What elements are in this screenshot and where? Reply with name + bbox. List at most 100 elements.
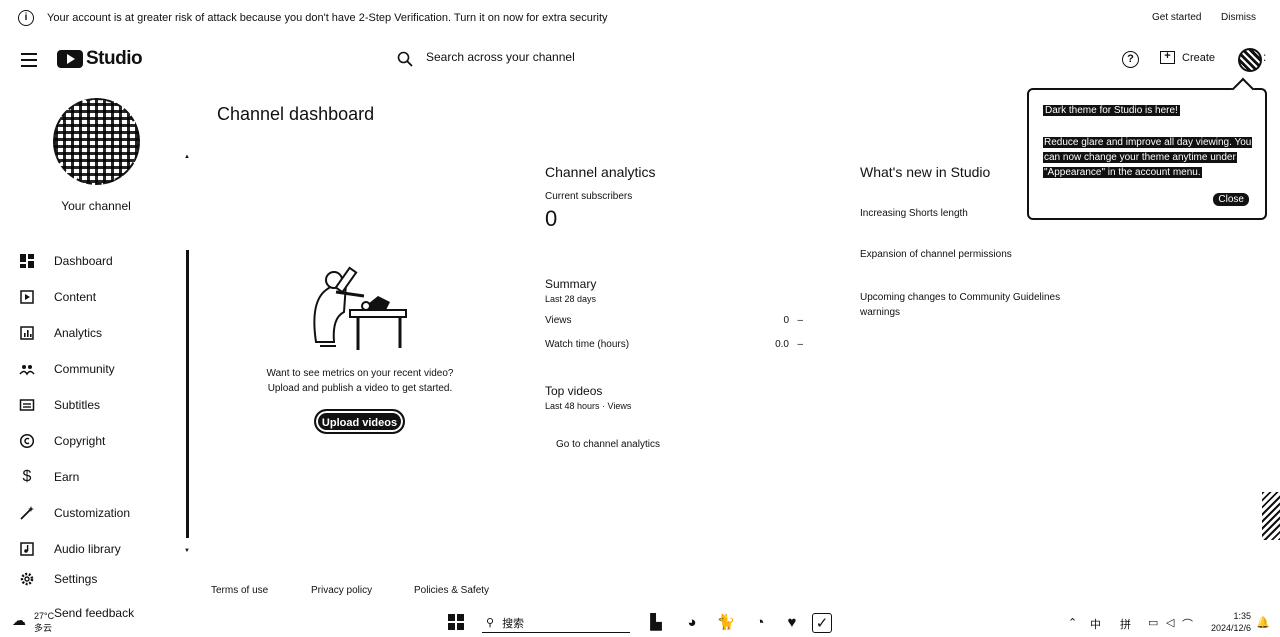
active-app-icon[interactable]: ✓ [812, 613, 832, 633]
top-header: Studio ? + Create : [0, 36, 1280, 86]
weather-temperature: 27°C [34, 611, 55, 621]
windows-taskbar: ☁ 27°C 多云 ⚲ 搜索 ▙ ◕ 🐈 ◔ ♥ ✓ ⌃ 中 拼 ▭ ◁ ⌒ 1… [0, 607, 1280, 637]
sidebar-item-subtitles[interactable]: Subtitles [0, 390, 186, 420]
chat-app-icon[interactable]: ◔ [750, 613, 770, 633]
weather-condition: 多云 [34, 623, 53, 633]
sidebar-item-label: Content [54, 290, 97, 304]
copyright-icon [19, 433, 35, 449]
sidebar-item-label: Audio library [54, 542, 121, 556]
subtitles-icon [19, 397, 35, 413]
policies-link[interactable]: Policies & Safety [414, 585, 489, 596]
studio-logo[interactable]: Studio [57, 48, 143, 70]
privacy-link[interactable]: Privacy policy [311, 585, 372, 596]
metric-trend: – [797, 339, 803, 350]
youtube-play-icon [57, 50, 83, 68]
channel-avatar[interactable] [53, 98, 140, 185]
ime-mode[interactable]: 拼 [1120, 616, 1131, 632]
file-explorer-icon[interactable]: ▙ [646, 613, 666, 633]
metric-label: Views [545, 315, 572, 326]
empty-state-line-1: Want to see metrics on your recent video… [266, 368, 454, 379]
dollar-icon: $ [22, 468, 32, 485]
volume-icon[interactable]: ◁ [1166, 616, 1174, 629]
search-icon: ⚲ [486, 617, 495, 629]
cat-app-icon[interactable]: 🐈 [716, 613, 736, 633]
add-video-icon: + [1160, 51, 1175, 64]
sidebar-item-label: Copyright [54, 434, 106, 448]
hamburger-menu-icon[interactable] [21, 53, 37, 67]
edge-browser-icon[interactable]: ◕ [682, 613, 702, 633]
sidebar-item-audio-library[interactable]: Audio library [0, 534, 186, 564]
sidebar-item-copyright[interactable]: Copyright [0, 426, 186, 456]
channel-label: Your channel [61, 199, 131, 213]
scroll-up-arrow[interactable]: ▲ [184, 154, 190, 160]
whats-new-title: What's new in Studio [860, 164, 991, 180]
get-started-link[interactable]: Get started [1152, 12, 1201, 23]
sidebar-item-content[interactable]: Content [0, 282, 186, 312]
sidebar-item-label: Subtitles [54, 398, 101, 412]
scroll-down-arrow[interactable]: ▼ [184, 548, 190, 554]
sidebar-item-label: Settings [54, 572, 98, 586]
subscribers-count: 0 [545, 206, 558, 231]
upload-videos-button[interactable]: Upload videos [314, 409, 405, 434]
account-avatar[interactable] [1238, 48, 1262, 72]
empty-state-illustration [313, 266, 407, 350]
cloud-icon: ☁ [12, 612, 26, 628]
sidebar-item-customization[interactable]: Customization [0, 498, 186, 528]
news-item[interactable]: Upcoming changes to Community Guidelines… [860, 290, 1070, 320]
wifi-icon[interactable]: ⌒ [1182, 616, 1193, 632]
popup-title: Dark theme for Studio is here! [1043, 105, 1180, 116]
clock-date: 2024/12/6 [1210, 623, 1251, 633]
sidebar-scrollbar[interactable] [186, 250, 189, 538]
sidebar-item-dashboard[interactable]: Dashboard [0, 246, 186, 276]
popup-body-container: Reduce glare and improve all day viewing… [1043, 135, 1253, 180]
empty-state-text: Want to see metrics on your recent video… [250, 366, 470, 396]
dismiss-button[interactable]: Dismiss [1221, 12, 1256, 23]
display-icon[interactable]: ▭ [1148, 616, 1158, 629]
sidebar-item-label: Customization [54, 506, 131, 520]
summary-title: Summary [545, 277, 597, 291]
side-decoration [1262, 492, 1280, 540]
sidebar-item-label: Dashboard [54, 254, 113, 268]
taskbar-search[interactable]: ⚲ 搜索 [482, 613, 630, 633]
top-videos-period: Last 48 hours · Views [545, 401, 632, 411]
community-icon [19, 361, 35, 377]
ime-language[interactable]: 中 [1090, 616, 1101, 632]
terms-link[interactable]: Terms of use [211, 585, 268, 596]
gear-icon [19, 571, 35, 587]
sidebar-item-earn[interactable]: $ Earn [0, 462, 186, 492]
help-icon[interactable]: ? [1122, 51, 1139, 68]
security-banner: i Your account is at greater risk of att… [0, 0, 1280, 36]
notification-bell-icon[interactable]: 🔔 [1256, 616, 1270, 629]
system-clock[interactable]: 1:35 2024/12/6 [1207, 610, 1251, 634]
sidebar-item-label: Community [54, 362, 115, 376]
clock-time: 1:35 [1233, 611, 1251, 621]
vpn-app-icon[interactable]: ♥ [782, 613, 802, 633]
taskbar-search-label: 搜索 [502, 617, 525, 630]
empty-state-line-2: Upload and publish a video to get starte… [267, 383, 453, 394]
metric-value: 0.0 [775, 339, 789, 350]
metric-label: Watch time (hours) [545, 339, 630, 350]
account-menu-indicator: : [1263, 50, 1267, 64]
chevron-up-icon[interactable]: ⌃ [1068, 616, 1077, 629]
sidebar-item-community[interactable]: Community [0, 354, 186, 384]
metric-row-watch-time: Watch time (hours) 0.0 – [545, 339, 805, 353]
news-item[interactable]: Expansion of channel permissions [860, 247, 1070, 262]
logo-text: Studio [86, 48, 143, 69]
metric-trend: – [797, 315, 803, 326]
windows-start-icon[interactable] [448, 614, 464, 630]
go-to-analytics-link[interactable]: Go to channel analytics [556, 439, 660, 450]
popup-body: Reduce glare and improve all day viewing… [1043, 137, 1253, 178]
popup-close-button[interactable]: Close [1213, 193, 1249, 206]
content-icon [19, 289, 35, 305]
create-button[interactable]: + Create [1160, 51, 1215, 64]
sidebar-item-label: Earn [54, 470, 80, 484]
metric-value: 0 [783, 315, 789, 326]
top-videos-title: Top videos [545, 384, 603, 398]
dashboard-icon [19, 253, 35, 269]
search-input[interactable] [426, 50, 726, 64]
sidebar-item-settings[interactable]: Settings [0, 564, 186, 594]
search-icon[interactable] [397, 51, 413, 67]
channel-analytics-title: Channel analytics [545, 164, 656, 180]
create-label: Create [1182, 51, 1216, 64]
sidebar-item-analytics[interactable]: Analytics [0, 318, 186, 348]
